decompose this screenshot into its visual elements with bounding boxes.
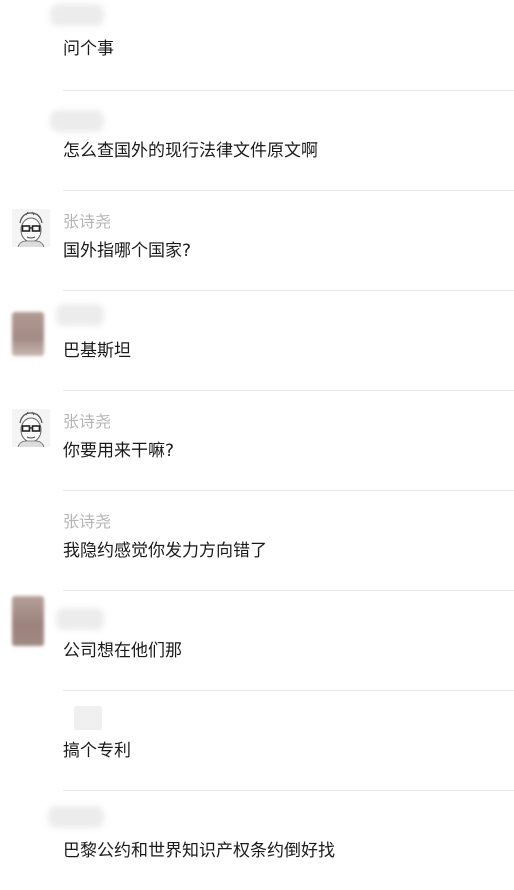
- redacted-sender-name: [50, 110, 104, 132]
- message-text: 国外指哪个国家?: [63, 241, 192, 261]
- redacted-sender-name: [50, 4, 104, 26]
- message-row: 巴黎公约和世界知识产权条约倒好找: [0, 790, 514, 890]
- message-divider: [63, 490, 514, 491]
- message-divider: [63, 690, 514, 691]
- message-divider: [63, 790, 514, 791]
- chat-message-list: 问个事 怎么查国外的现行法律文件原文啊 张诗尧 国外指哪个国家? 巴基斯坦 张诗…: [0, 0, 514, 876]
- message-row: 张诗尧 你要用来干嘛?: [0, 390, 514, 490]
- message-text: 搞个专利: [63, 741, 131, 761]
- redacted-sender-name: [74, 706, 102, 730]
- redacted-sender-name: [56, 304, 104, 326]
- message-text: 公司想在他们那: [63, 641, 182, 661]
- message-row: 张诗尧 国外指哪个国家?: [0, 190, 514, 290]
- blurred-avatar[interactable]: [12, 312, 44, 356]
- message-row: 搞个专利: [0, 690, 514, 790]
- message-row: 巴基斯坦: [0, 290, 514, 390]
- message-divider: [63, 290, 514, 291]
- redacted-sender-name: [48, 806, 104, 828]
- message-row: 问个事: [0, 0, 514, 100]
- sender-name[interactable]: 张诗尧: [63, 412, 111, 432]
- message-divider: [63, 190, 514, 191]
- message-row: 张诗尧 我隐约感觉你发力方向错了: [0, 490, 514, 590]
- message-divider: [63, 590, 514, 591]
- redacted-sender-name: [56, 608, 104, 630]
- message-text: 巴基斯坦: [63, 341, 131, 361]
- message-row: 怎么查国外的现行法律文件原文啊: [0, 90, 514, 190]
- sender-name[interactable]: 张诗尧: [63, 212, 111, 232]
- message-text: 问个事: [63, 39, 114, 59]
- cartoon-face-avatar-icon[interactable]: [12, 209, 50, 247]
- message-text: 怎么查国外的现行法律文件原文啊: [63, 141, 318, 161]
- cartoon-face-avatar-icon[interactable]: [12, 409, 50, 447]
- message-text: 我隐约感觉你发力方向错了: [63, 541, 267, 561]
- message-divider: [63, 90, 514, 91]
- message-text: 你要用来干嘛?: [63, 441, 175, 461]
- message-divider: [63, 390, 514, 391]
- message-text: 巴黎公约和世界知识产权条约倒好找: [63, 841, 335, 861]
- blurred-avatar[interactable]: [12, 596, 44, 646]
- message-row: 公司想在他们那: [0, 590, 514, 690]
- sender-name[interactable]: 张诗尧: [63, 512, 111, 532]
